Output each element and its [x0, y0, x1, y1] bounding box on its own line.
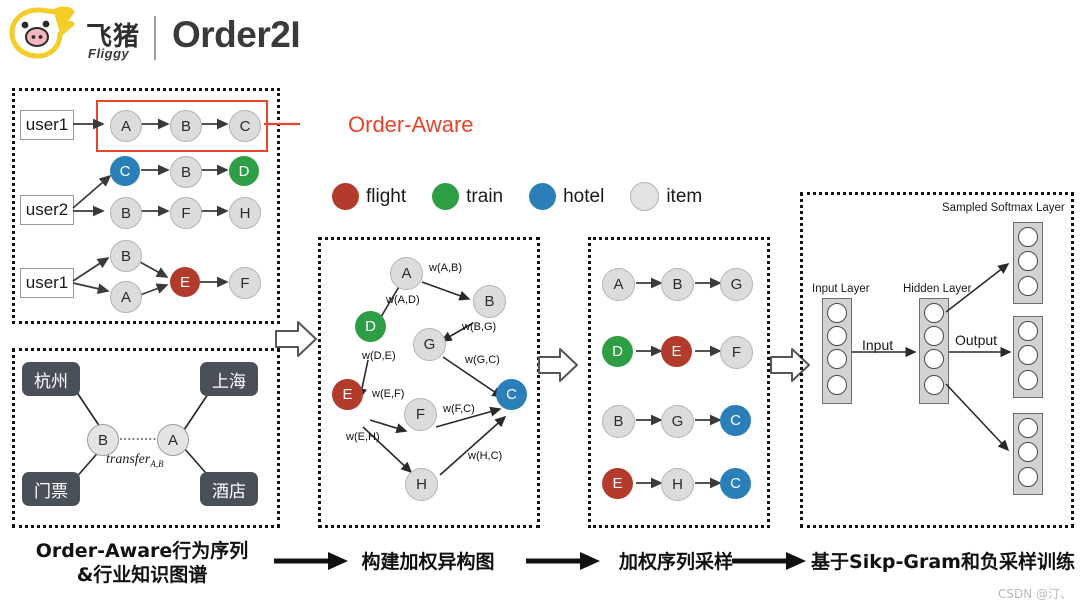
legend-item-train: train [432, 183, 503, 210]
sampled-node: E [661, 336, 692, 367]
flow-block-arrow-1-icon [275, 321, 317, 357]
sampled-node: G [661, 405, 694, 438]
legend-label-hotel: hotel [563, 185, 605, 207]
sequence-node: B [170, 156, 202, 188]
legend-item-flight: flight [332, 183, 406, 210]
edge-weight-label: w(D,E) [362, 350, 396, 362]
watermark: CSDN @汀、 [997, 587, 1072, 601]
sequence-node: E [170, 267, 200, 297]
caption-step-1: Order-Aware行为序列 &行业知识图谱 [18, 540, 266, 588]
transfer-edge-label: transferA,B [106, 452, 164, 469]
sampled-node: B [661, 268, 694, 301]
legend-item-item: item [630, 182, 702, 211]
transfer-edge-label-text: transfer [106, 452, 151, 467]
sequence-node: A [110, 281, 142, 313]
sequence-node: F [170, 197, 202, 229]
sampled-node: E [602, 468, 633, 499]
sampled-node: H [661, 468, 694, 501]
legend-swatch-train [432, 183, 460, 210]
graph-node-c: C [496, 379, 527, 410]
sequence-node: C [110, 156, 140, 186]
sequence-node: C [229, 110, 261, 142]
legend: flight train hotel item [332, 182, 702, 211]
caption-arrow-2-icon [526, 552, 600, 570]
city-box-hangzhou: 杭州 [22, 362, 80, 396]
city-box-shanghai: 上海 [200, 362, 258, 396]
graph-node-g: G [413, 328, 446, 361]
transfer-edge-label-sub: A,B [150, 458, 164, 469]
legend-label-item: item [666, 185, 703, 207]
caption-arrow-3-icon [732, 552, 806, 570]
edge-weight-label: w(E,F) [372, 388, 405, 400]
edge-weight-label: w(H,C) [468, 450, 503, 462]
legend-swatch-hotel [529, 183, 557, 210]
caption-step-3: 加权序列采样 [618, 551, 733, 573]
sequence-node: D [229, 156, 259, 186]
sequence-node: B [110, 197, 142, 229]
caption-step-4: 基于Sikp-Gram和负采样训练 [811, 551, 1075, 573]
graph-node-b: B [473, 285, 506, 318]
sampled-node: D [602, 336, 633, 367]
edge-weight-label: w(G,C) [465, 354, 500, 366]
sequence-node: F [229, 267, 261, 299]
graph-node-d: D [355, 311, 386, 342]
order-aware-label: Order-Aware [348, 112, 474, 137]
sampled-node: C [720, 405, 751, 436]
network-connections-svg [852, 263, 1012, 452]
legend-swatch-item [630, 182, 660, 211]
graph-node-f: F [404, 398, 437, 431]
flow-block-arrow-2-icon [538, 348, 578, 382]
edge-weight-label: w(A,B) [429, 262, 462, 274]
graph-node-a: A [390, 257, 423, 290]
legend-item-hotel: hotel [529, 183, 604, 210]
city-box-ticket: 门票 [22, 472, 80, 506]
legend-swatch-flight [332, 183, 359, 210]
sampled-node: F [720, 336, 753, 369]
caption-step-2: 构建加权异构图 [361, 551, 495, 573]
sequence-node: A [110, 110, 142, 142]
legend-label-flight: flight [366, 185, 407, 207]
graph-node-h: H [405, 468, 438, 501]
sampled-node: G [720, 268, 753, 301]
sampled-node: A [602, 268, 635, 301]
city-box-hotel: 酒店 [200, 472, 258, 506]
edge-weight-label: w(E,H) [346, 431, 380, 443]
sequence-node: B [170, 110, 202, 142]
caption-step-1-line1: Order-Aware行为序列 [35, 540, 249, 562]
sequence-node: B [110, 240, 142, 272]
graph-node-e: E [332, 379, 363, 410]
sampled-node: C [720, 468, 751, 499]
legend-label-train: train [466, 185, 504, 207]
sequence-node: H [229, 197, 261, 229]
sampled-node: B [602, 405, 635, 438]
caption-step-1-line2: &行业知识图谱 [76, 563, 208, 586]
edge-weight-label: w(B,G) [462, 321, 497, 333]
edge-weight-label: w(F,C) [443, 403, 475, 415]
edge-weight-label: w(A,D) [386, 294, 420, 306]
